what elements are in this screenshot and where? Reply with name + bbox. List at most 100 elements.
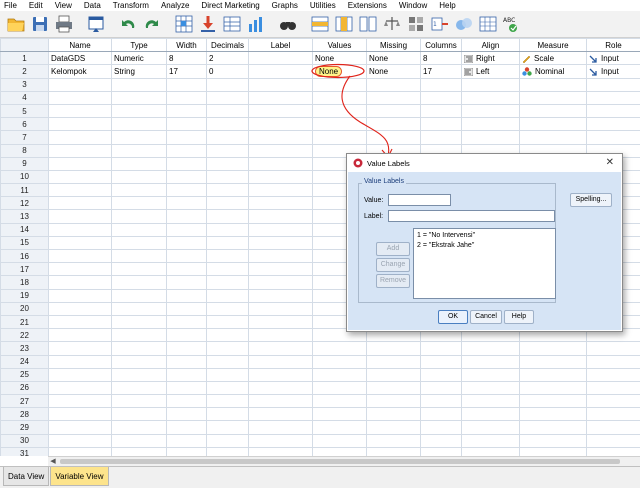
column-header-label[interactable]: Label (248, 38, 313, 53)
empty-cell[interactable] (111, 90, 167, 105)
goto-case-icon[interactable] (173, 13, 195, 35)
row-number[interactable]: 28 (0, 407, 49, 422)
cell-width[interactable]: 8 (166, 51, 207, 66)
empty-cell[interactable] (206, 407, 249, 422)
empty-cell[interactable] (248, 301, 313, 316)
scrollbar-thumb[interactable] (60, 459, 620, 464)
value-input[interactable] (388, 194, 451, 206)
empty-cell[interactable] (248, 394, 313, 409)
empty-cell[interactable] (48, 420, 112, 435)
empty-cell[interactable] (48, 209, 112, 224)
empty-cell[interactable] (248, 235, 313, 251)
spelling-button[interactable]: Spelling... (570, 193, 612, 207)
empty-cell[interactable] (420, 446, 462, 456)
empty-cell[interactable] (111, 341, 167, 356)
empty-cell[interactable] (519, 394, 587, 409)
empty-cell[interactable] (166, 156, 207, 171)
empty-cell[interactable] (166, 183, 207, 198)
empty-cell[interactable] (48, 446, 112, 456)
empty-cell[interactable] (206, 420, 249, 435)
empty-cell[interactable] (248, 196, 313, 211)
row-number[interactable]: 7 (0, 130, 49, 145)
menu-edit[interactable]: Edit (29, 0, 43, 11)
empty-cell[interactable] (248, 103, 313, 119)
show-all-variables-icon[interactable] (477, 13, 499, 35)
empty-cell[interactable] (166, 380, 207, 396)
empty-cell[interactable] (166, 248, 207, 264)
menu-extensions[interactable]: Extensions (348, 0, 387, 11)
cell-measure[interactable]: Nominal (519, 64, 587, 79)
row-number[interactable]: 14 (0, 222, 49, 237)
empty-cell[interactable] (248, 169, 313, 185)
empty-cell[interactable] (519, 446, 587, 456)
insert-variable-icon[interactable] (333, 13, 355, 35)
empty-cell[interactable] (586, 354, 640, 369)
empty-cell[interactable] (312, 420, 367, 435)
row-number[interactable]: 16 (0, 248, 49, 264)
empty-cell[interactable] (461, 420, 520, 435)
empty-cell[interactable] (48, 314, 112, 330)
row-number[interactable]: 29 (0, 420, 49, 435)
empty-cell[interactable] (48, 183, 112, 198)
empty-cell[interactable] (586, 117, 640, 132)
empty-cell[interactable] (206, 248, 249, 264)
empty-cell[interactable] (48, 288, 112, 303)
cell-align[interactable]: Right (461, 51, 520, 66)
empty-cell[interactable] (312, 407, 367, 422)
empty-cell[interactable] (48, 222, 112, 237)
row-number[interactable]: 13 (0, 209, 49, 224)
cell-decimals[interactable]: 2 (206, 51, 249, 66)
split-file-icon[interactable] (357, 13, 379, 35)
row-number[interactable]: 30 (0, 433, 49, 448)
empty-cell[interactable] (166, 143, 207, 158)
column-header-columns[interactable]: Columns (420, 38, 462, 53)
column-header-role[interactable]: Role (586, 38, 640, 53)
empty-cell[interactable] (420, 130, 462, 145)
row-number[interactable]: 9 (0, 156, 49, 171)
empty-cell[interactable] (420, 420, 462, 435)
empty-cell[interactable] (248, 222, 313, 237)
row-number[interactable]: 4 (0, 90, 49, 105)
empty-cell[interactable] (519, 367, 587, 382)
empty-cell[interactable] (48, 275, 112, 290)
menu-help[interactable]: Help (439, 0, 455, 11)
empty-cell[interactable] (166, 367, 207, 382)
empty-cell[interactable] (519, 90, 587, 105)
empty-cell[interactable] (206, 169, 249, 185)
empty-cell[interactable] (519, 103, 587, 119)
empty-cell[interactable] (48, 235, 112, 251)
empty-cell[interactable] (248, 380, 313, 396)
empty-cell[interactable] (420, 407, 462, 422)
row-number[interactable]: 8 (0, 143, 49, 158)
empty-cell[interactable] (248, 183, 313, 198)
cell-measure[interactable]: Scale (519, 51, 587, 66)
empty-cell[interactable] (519, 341, 587, 356)
empty-cell[interactable] (366, 103, 421, 119)
empty-cell[interactable] (248, 420, 313, 435)
cell-decimals[interactable]: 0 (206, 64, 249, 79)
empty-cell[interactable] (519, 380, 587, 396)
empty-cell[interactable] (519, 77, 587, 92)
empty-cell[interactable] (519, 117, 587, 132)
empty-cell[interactable] (111, 394, 167, 409)
add-button[interactable]: Add (376, 242, 410, 256)
empty-cell[interactable] (312, 446, 367, 456)
empty-cell[interactable] (312, 77, 367, 92)
empty-cell[interactable] (461, 90, 520, 105)
empty-cell[interactable] (111, 420, 167, 435)
empty-cell[interactable] (111, 262, 167, 277)
empty-cell[interactable] (48, 394, 112, 409)
spelling-icon[interactable]: ABC (501, 13, 523, 35)
empty-cell[interactable] (48, 367, 112, 382)
empty-cell[interactable] (586, 407, 640, 422)
empty-cell[interactable] (111, 196, 167, 211)
empty-cell[interactable] (48, 407, 112, 422)
empty-cell[interactable] (166, 354, 207, 369)
row-number[interactable]: 26 (0, 380, 49, 396)
empty-cell[interactable] (248, 90, 313, 105)
empty-cell[interactable] (248, 314, 313, 330)
empty-cell[interactable] (420, 367, 462, 382)
empty-cell[interactable] (206, 77, 249, 92)
empty-cell[interactable] (48, 130, 112, 145)
empty-cell[interactable] (206, 275, 249, 290)
